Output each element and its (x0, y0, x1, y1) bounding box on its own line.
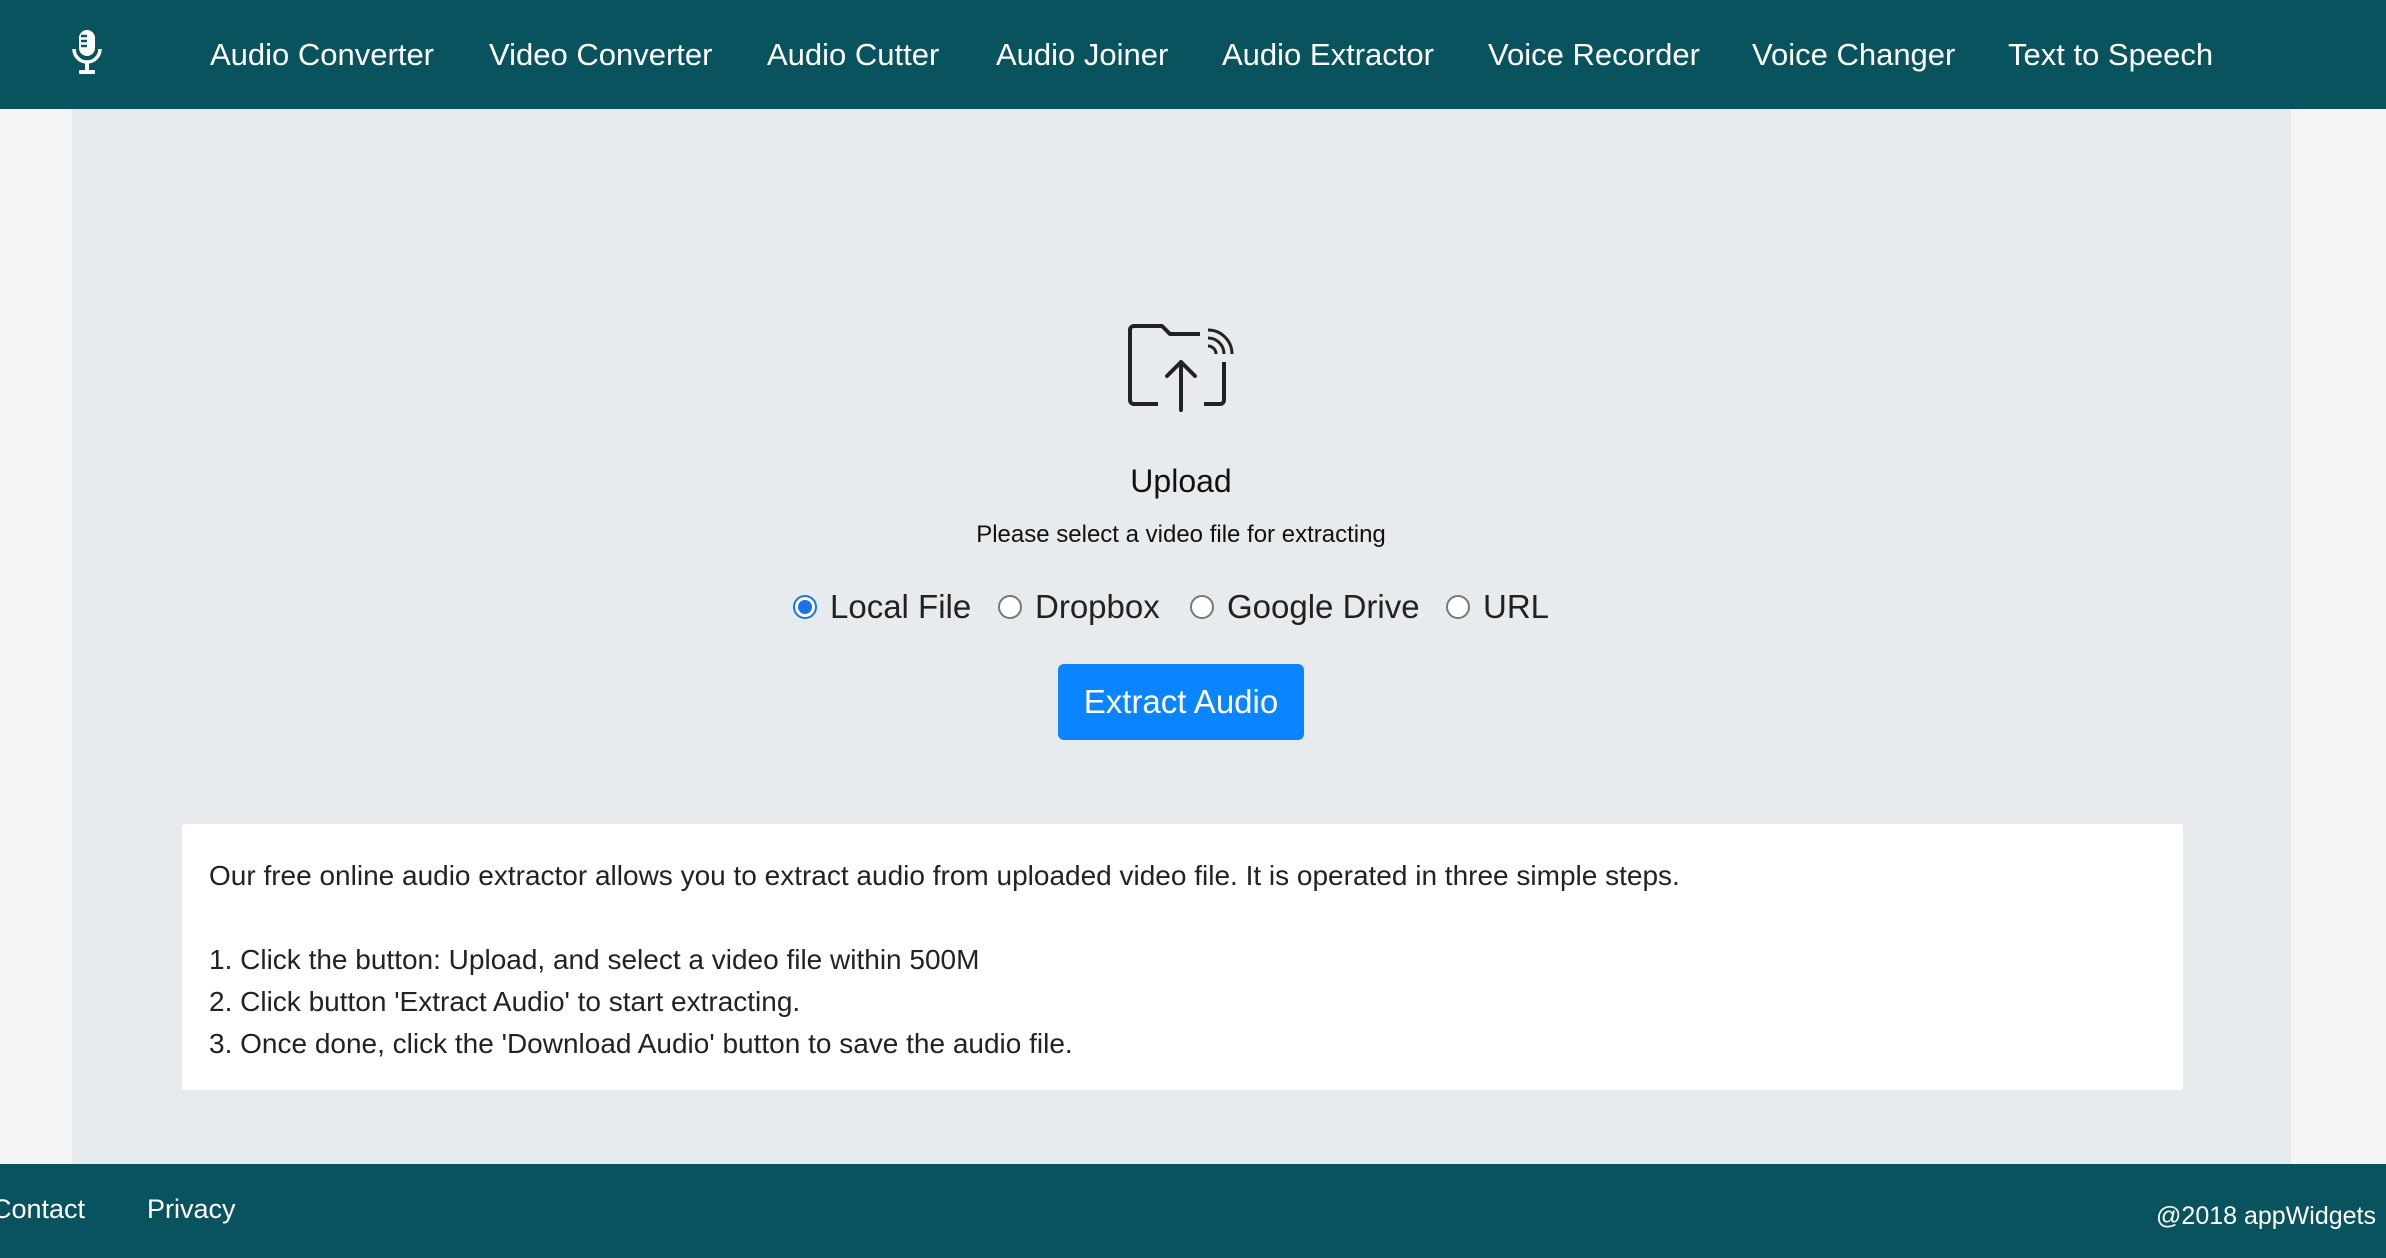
footer-link-privacy[interactable]: Privacy (147, 1194, 236, 1225)
radio-button[interactable] (1190, 595, 1214, 619)
radio-dropbox[interactable]: Dropbox (998, 585, 1160, 629)
copyright-text: @2018 appWidgets (2156, 1202, 2376, 1230)
nav-audio-converter[interactable]: Audio Converter (210, 0, 434, 109)
instructions-intro: Our free online audio extractor allows y… (209, 860, 1680, 891)
radio-label: Google Drive (1227, 588, 1420, 625)
footer: Contact Privacy @2018 appWidgets (0, 1164, 2386, 1258)
instruction-step: 2. Click button 'Extract Audio' to start… (209, 986, 801, 1017)
footer-link-contact[interactable]: Contact (0, 1194, 85, 1225)
nav-video-converter[interactable]: Video Converter (489, 0, 712, 109)
nav-audio-extractor[interactable]: Audio Extractor (1222, 0, 1434, 109)
instruction-step: 1. Click the button: Upload, and select … (209, 944, 980, 975)
instructions-box: Our free online audio extractor allows y… (182, 824, 2183, 1090)
upload-subtitle: Please select a video file for extractin… (976, 521, 1386, 548)
nav-text-to-speech[interactable]: Text to Speech (2008, 0, 2213, 109)
nav-voice-recorder[interactable]: Voice Recorder (1488, 0, 1700, 109)
upload-source-options: Local File Dropbox Google Drive URL (0, 585, 2386, 629)
upload-title: Upload (1130, 463, 1232, 499)
instruction-step: 3. Once done, click the 'Download Audio'… (209, 1028, 1073, 1059)
radio-label: Local File (830, 588, 972, 625)
radio-url[interactable]: URL (1446, 585, 1549, 629)
radio-button[interactable] (793, 595, 817, 619)
top-navbar: Audio Converter Video Converter Audio Cu… (0, 0, 2386, 109)
radio-local-file[interactable]: Local File (793, 585, 971, 629)
nav-voice-changer[interactable]: Voice Changer (1752, 0, 1955, 109)
microphone-icon[interactable] (68, 28, 106, 76)
radio-button[interactable] (1446, 595, 1470, 619)
radio-button[interactable] (998, 595, 1022, 619)
nav-audio-joiner[interactable]: Audio Joiner (996, 0, 1168, 109)
extract-audio-button[interactable]: Extract Audio (1058, 664, 1304, 740)
radio-google-drive[interactable]: Google Drive (1190, 585, 1420, 629)
radio-label: URL (1483, 588, 1550, 625)
folder-upload-icon[interactable] (1128, 322, 1234, 412)
radio-label: Dropbox (1035, 588, 1160, 625)
nav-audio-cutter[interactable]: Audio Cutter (767, 0, 939, 109)
